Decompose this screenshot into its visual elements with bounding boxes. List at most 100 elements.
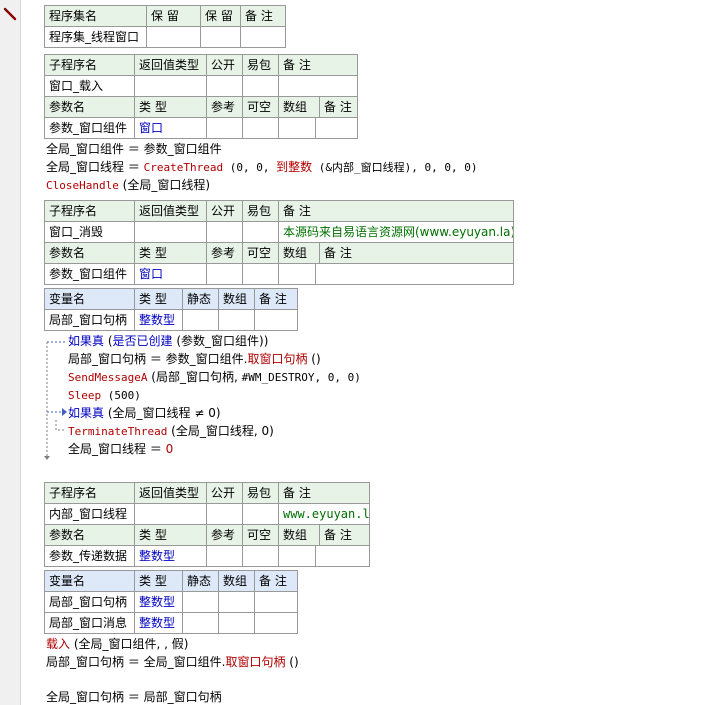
sub-remark[interactable] bbox=[278, 75, 358, 97]
code-line[interactable]: 局部_窗口句柄 ＝ 全局_窗口组件.取窗口句柄 () bbox=[46, 654, 299, 670]
var-name[interactable]: 局部_窗口消息 bbox=[44, 612, 135, 634]
var-array[interactable] bbox=[218, 309, 255, 331]
code-line[interactable]: SendMessageA (局部_窗口句柄, #WM_DESTROY, 0, 0… bbox=[68, 369, 361, 386]
code-line[interactable]: Sleep (500) bbox=[68, 387, 141, 404]
var-type[interactable]: 整数型 bbox=[134, 612, 183, 634]
sub-package[interactable] bbox=[242, 503, 279, 525]
code-line[interactable]: 局部_窗口句柄 ＝ 参数_窗口组件.取窗口句柄 () bbox=[68, 351, 321, 367]
sub-name[interactable]: 内部_窗口线程 bbox=[44, 503, 135, 525]
sub-public[interactable] bbox=[206, 75, 243, 97]
sub-return-type[interactable] bbox=[134, 503, 207, 525]
param-array-remark[interactable] bbox=[278, 545, 370, 567]
param-nullable[interactable] bbox=[242, 117, 279, 139]
param-name[interactable]: 参数_窗口组件 bbox=[44, 263, 135, 285]
sub-remark[interactable]: 本源码来自易语言资源网(www.eyuyan.la) bbox=[278, 221, 514, 243]
param-ref[interactable] bbox=[206, 545, 243, 567]
param-header-ref: 参考 bbox=[206, 242, 243, 264]
var-static[interactable] bbox=[182, 612, 219, 634]
code-line[interactable]: 载入 (全局_窗口组件, , 假) bbox=[46, 636, 188, 652]
var-type[interactable]: 整数型 bbox=[134, 591, 183, 613]
code-line[interactable]: 如果真 (是否已创建 (参数_窗口组件)) bbox=[68, 333, 268, 349]
param-nullable[interactable] bbox=[242, 263, 279, 285]
var-header-array: 数组 bbox=[218, 288, 255, 310]
method-name: 取窗口句柄 bbox=[247, 352, 308, 366]
code-line[interactable]: 全局_窗口句柄 ＝ 局部_窗口句柄 bbox=[46, 689, 222, 705]
var-array[interactable] bbox=[218, 591, 255, 613]
param-type[interactable]: 窗口 bbox=[134, 117, 207, 139]
sub-header-remark: 备 注 bbox=[278, 54, 358, 76]
param-nullable[interactable] bbox=[242, 545, 279, 567]
param-array-remark[interactable] bbox=[278, 263, 514, 285]
sub-header-public: 公开 bbox=[206, 54, 243, 76]
param-header-nullable: 可空 bbox=[242, 242, 279, 264]
param-header-name: 参数名 bbox=[44, 524, 135, 546]
var-remark[interactable] bbox=[254, 612, 298, 634]
var-name[interactable]: 局部_窗口句柄 bbox=[44, 309, 135, 331]
code-text: () bbox=[307, 352, 321, 366]
assembly-remark[interactable] bbox=[240, 26, 286, 48]
code-args: (&内部_窗口线程), 0, 0, 0) bbox=[312, 161, 478, 174]
assembly-name[interactable]: 程序集_线程窗口 bbox=[44, 26, 147, 48]
sub-remark[interactable]: www.eyuyan.la bbox=[278, 503, 370, 525]
var-array[interactable] bbox=[218, 612, 255, 634]
code-args: (全局_窗口线程) bbox=[118, 178, 211, 192]
param-name[interactable]: 参数_传递数据 bbox=[44, 545, 135, 567]
var-header-static: 静态 bbox=[182, 288, 219, 310]
sub-header-package: 易包 bbox=[242, 482, 279, 504]
var-header-type: 类 型 bbox=[134, 570, 183, 592]
sub-header-return-type: 返回值类型 bbox=[134, 200, 207, 222]
param-type[interactable]: 窗口 bbox=[134, 263, 207, 285]
sub-package[interactable] bbox=[242, 221, 279, 243]
param-array[interactable] bbox=[280, 264, 316, 284]
code-args: (0, 0, bbox=[223, 161, 277, 174]
api-call: SendMessageA bbox=[68, 371, 148, 384]
param-array[interactable] bbox=[280, 546, 316, 566]
code-args: (500) bbox=[101, 389, 141, 402]
sub-package[interactable] bbox=[242, 75, 279, 97]
sub-name[interactable]: 窗口_消毁 bbox=[44, 221, 135, 243]
code-line[interactable]: TerminateThread (全局_窗口线程, 0) bbox=[68, 423, 274, 440]
param-header-ref: 参考 bbox=[206, 96, 243, 118]
sub-public[interactable] bbox=[206, 221, 243, 243]
param-header-array: 数组 备 注 bbox=[278, 524, 370, 546]
code-text: 全局_窗口组件 ＝ 参数_窗口组件 bbox=[46, 142, 222, 156]
param-name[interactable]: 参数_窗口组件 bbox=[44, 117, 135, 139]
var-remark[interactable] bbox=[254, 309, 298, 331]
var-static[interactable] bbox=[182, 591, 219, 613]
param-type[interactable]: 整数型 bbox=[134, 545, 207, 567]
sub-header-return-type: 返回值类型 bbox=[134, 482, 207, 504]
param-header-type: 类 型 bbox=[134, 242, 207, 264]
code-line[interactable]: 如果真 (全局_窗口线程 ≠ 0) bbox=[68, 405, 221, 421]
sub-name[interactable]: 窗口_载入 bbox=[44, 75, 135, 97]
assembly-reserved2[interactable] bbox=[200, 26, 241, 48]
sub-return-type[interactable] bbox=[134, 221, 207, 243]
api-call: TerminateThread bbox=[68, 425, 168, 438]
param-ref[interactable] bbox=[206, 117, 243, 139]
param-ref[interactable] bbox=[206, 263, 243, 285]
var-type[interactable]: 整数型 bbox=[134, 309, 183, 331]
code-text: 局部_窗口句柄 ＝ 全局_窗口组件. bbox=[46, 655, 226, 669]
code-text: (局部_窗口句柄, bbox=[147, 370, 242, 384]
flow-lines bbox=[44, 341, 67, 460]
var-remark[interactable] bbox=[254, 591, 298, 613]
var-name[interactable]: 局部_窗口句柄 bbox=[44, 591, 135, 613]
code-line[interactable]: 全局_窗口线程 ＝ 0 bbox=[68, 441, 173, 457]
sub-header-public: 公开 bbox=[206, 200, 243, 222]
var-header-remark: 备 注 bbox=[254, 288, 298, 310]
param-header-ref: 参考 bbox=[206, 524, 243, 546]
sub-return-type[interactable] bbox=[134, 75, 207, 97]
code-editor[interactable]: 程序集名 保 留 保 留 备 注 程序集_线程窗口 子程序名 返回值类型 公开 … bbox=[0, 0, 708, 705]
code-line[interactable]: 全局_窗口组件 ＝ 参数_窗口组件 bbox=[46, 141, 222, 157]
param-array[interactable] bbox=[280, 118, 316, 138]
sub-header-public: 公开 bbox=[206, 482, 243, 504]
assembly-header-name: 程序集名 bbox=[44, 5, 147, 27]
param-array-remark[interactable] bbox=[278, 117, 358, 139]
sub2-header-table: 子程序名 返回值类型 公开 易包 备 注 窗口_消毁 本源码来自易语言资源网(w… bbox=[44, 200, 514, 285]
if-keyword: 如果真 bbox=[68, 334, 105, 348]
assembly-reserved1[interactable] bbox=[146, 26, 201, 48]
sub2-var-table: 变量名 类 型 静态 数组 备 注 局部_窗口句柄 整数型 bbox=[44, 288, 298, 331]
code-line[interactable]: CloseHandle (全局_窗口线程) bbox=[46, 177, 210, 194]
code-line[interactable]: 全局_窗口线程 ＝ CreateThread (0, 0, 到整数 (&内部_窗… bbox=[46, 159, 477, 176]
sub-public[interactable] bbox=[206, 503, 243, 525]
var-static[interactable] bbox=[182, 309, 219, 331]
